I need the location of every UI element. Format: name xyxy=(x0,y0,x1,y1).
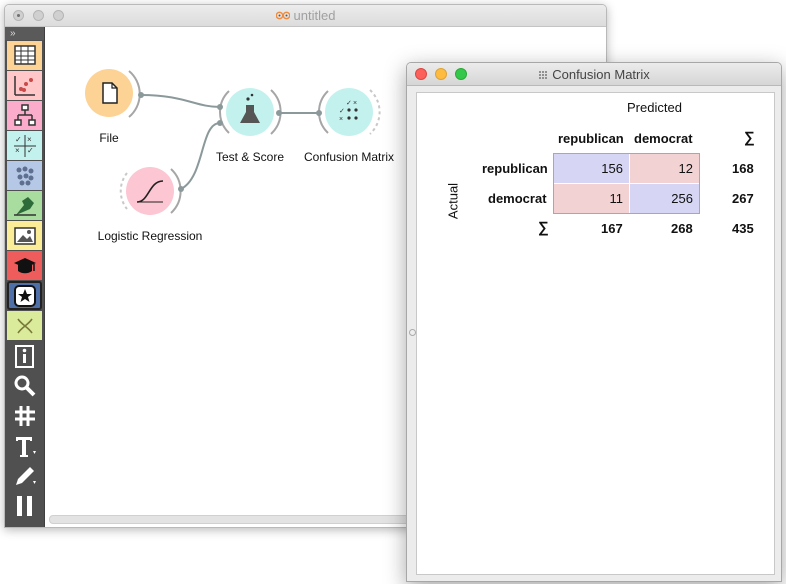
grand-total: 435 xyxy=(732,221,754,236)
svg-text:×: × xyxy=(339,116,343,123)
zoom-icon xyxy=(14,375,35,396)
predicted-header: Predicted xyxy=(627,100,682,115)
image-analytics-icon xyxy=(13,226,36,245)
svg-text:×: × xyxy=(27,135,32,144)
file-label: File xyxy=(99,131,119,145)
toolbox-grid-button[interactable] xyxy=(7,401,42,430)
educational-icon xyxy=(13,257,36,273)
row-header-democrat: democrat xyxy=(488,191,547,206)
toolbox-text-button[interactable] xyxy=(7,431,42,460)
svg-text:×: × xyxy=(353,100,357,107)
toolbox-image-analytics-button[interactable] xyxy=(7,221,42,250)
toolbox-zoom-button[interactable] xyxy=(7,371,42,400)
toolbox-model-button[interactable] xyxy=(7,101,42,130)
matrix-cell[interactable]: 256 xyxy=(630,184,699,213)
svg-text:×: × xyxy=(15,146,20,155)
toolbox-pen-button[interactable] xyxy=(7,461,42,490)
col-header-republican: republican xyxy=(558,131,624,146)
row-total: 168 xyxy=(732,161,754,176)
svg-text:✓: ✓ xyxy=(27,146,34,155)
link-file-to-test[interactable] xyxy=(140,94,221,108)
toolbox-pause-button[interactable] xyxy=(7,491,42,520)
cm-titlebar: Confusion Matrix xyxy=(407,63,781,86)
row-total: 267 xyxy=(732,191,754,206)
cm-window-title: Confusion Matrix xyxy=(407,67,781,82)
pen-icon xyxy=(15,466,36,485)
grid-icon xyxy=(14,405,35,426)
matrix-cell[interactable]: 12 xyxy=(630,154,699,183)
logistic-regression-label: Logistic Regression xyxy=(97,229,203,243)
info-icon xyxy=(14,344,34,368)
text-icon xyxy=(15,436,36,457)
unsupervised-icon xyxy=(16,166,33,185)
data-icon xyxy=(13,44,36,65)
svg-text:✓: ✓ xyxy=(339,108,345,115)
col-total: 268 xyxy=(671,221,693,236)
visualize-icon xyxy=(13,75,35,96)
confusion-grid-icon xyxy=(539,70,548,79)
main-titlebar: untitled xyxy=(5,5,606,27)
confusion-matrix-widget[interactable]: ✓ × ✓ × xyxy=(316,88,381,136)
matrix-cell[interactable]: 11 xyxy=(554,184,629,213)
toolbox-expand-button[interactable]: » xyxy=(5,27,44,40)
confusion-matrix-table: Predicted Actual republican democrat ∑ r… xyxy=(416,92,775,575)
row-header-republican: republican xyxy=(482,161,548,176)
prototypes-icon xyxy=(13,196,36,216)
svg-text:✓: ✓ xyxy=(15,135,22,144)
toolbox-unsupervised-button[interactable] xyxy=(7,161,42,190)
svg-text:✓: ✓ xyxy=(346,100,352,107)
logistic-regression-widget[interactable] xyxy=(119,167,184,215)
toolbox-favorites-button[interactable] xyxy=(7,281,42,310)
file-widget[interactable] xyxy=(85,69,144,118)
favorites-icon xyxy=(13,284,36,307)
toolbox-data-button[interactable] xyxy=(7,41,42,70)
confusion-matrix-window: Confusion Matrix Predicted Actual republ… xyxy=(406,62,782,582)
toolbox-prototypes-button[interactable] xyxy=(7,191,42,220)
row-header-sigma: ∑ xyxy=(538,219,549,236)
toolbox-info-button[interactable] xyxy=(7,341,42,370)
link-logistic-to-test[interactable] xyxy=(180,122,221,190)
pause-icon xyxy=(16,495,32,516)
test-score-label: Test & Score xyxy=(215,150,285,164)
cm-title-text: Confusion Matrix xyxy=(552,67,650,82)
widget-toolbox: » ✓ × × ✓ xyxy=(5,27,45,527)
col-total: 167 xyxy=(601,221,623,236)
toolbox-evaluate-button[interactable]: ✓ × × ✓ xyxy=(7,131,42,160)
bioinformatics-icon xyxy=(16,318,33,333)
orange-logo-icon xyxy=(275,11,290,20)
evaluate-icon: ✓ × × ✓ xyxy=(13,134,36,157)
col-header-democrat: democrat xyxy=(634,131,693,146)
actual-header: Actual xyxy=(445,182,461,220)
confusion-matrix-label: Confusion Matrix xyxy=(303,150,395,164)
toolbox-educational-button[interactable] xyxy=(7,251,42,280)
test-score-widget[interactable] xyxy=(217,88,282,136)
matrix-cell[interactable]: 156 xyxy=(554,154,629,183)
window-title: untitled xyxy=(5,8,606,23)
toolbox-bioinformatics-button[interactable] xyxy=(7,311,42,340)
toolbox-visualize-button[interactable] xyxy=(7,71,42,100)
file-icon xyxy=(102,82,118,104)
model-icon xyxy=(13,103,36,126)
splitter-handle[interactable] xyxy=(409,329,416,336)
window-title-text: untitled xyxy=(293,8,336,23)
col-header-sigma: ∑ xyxy=(744,129,755,146)
